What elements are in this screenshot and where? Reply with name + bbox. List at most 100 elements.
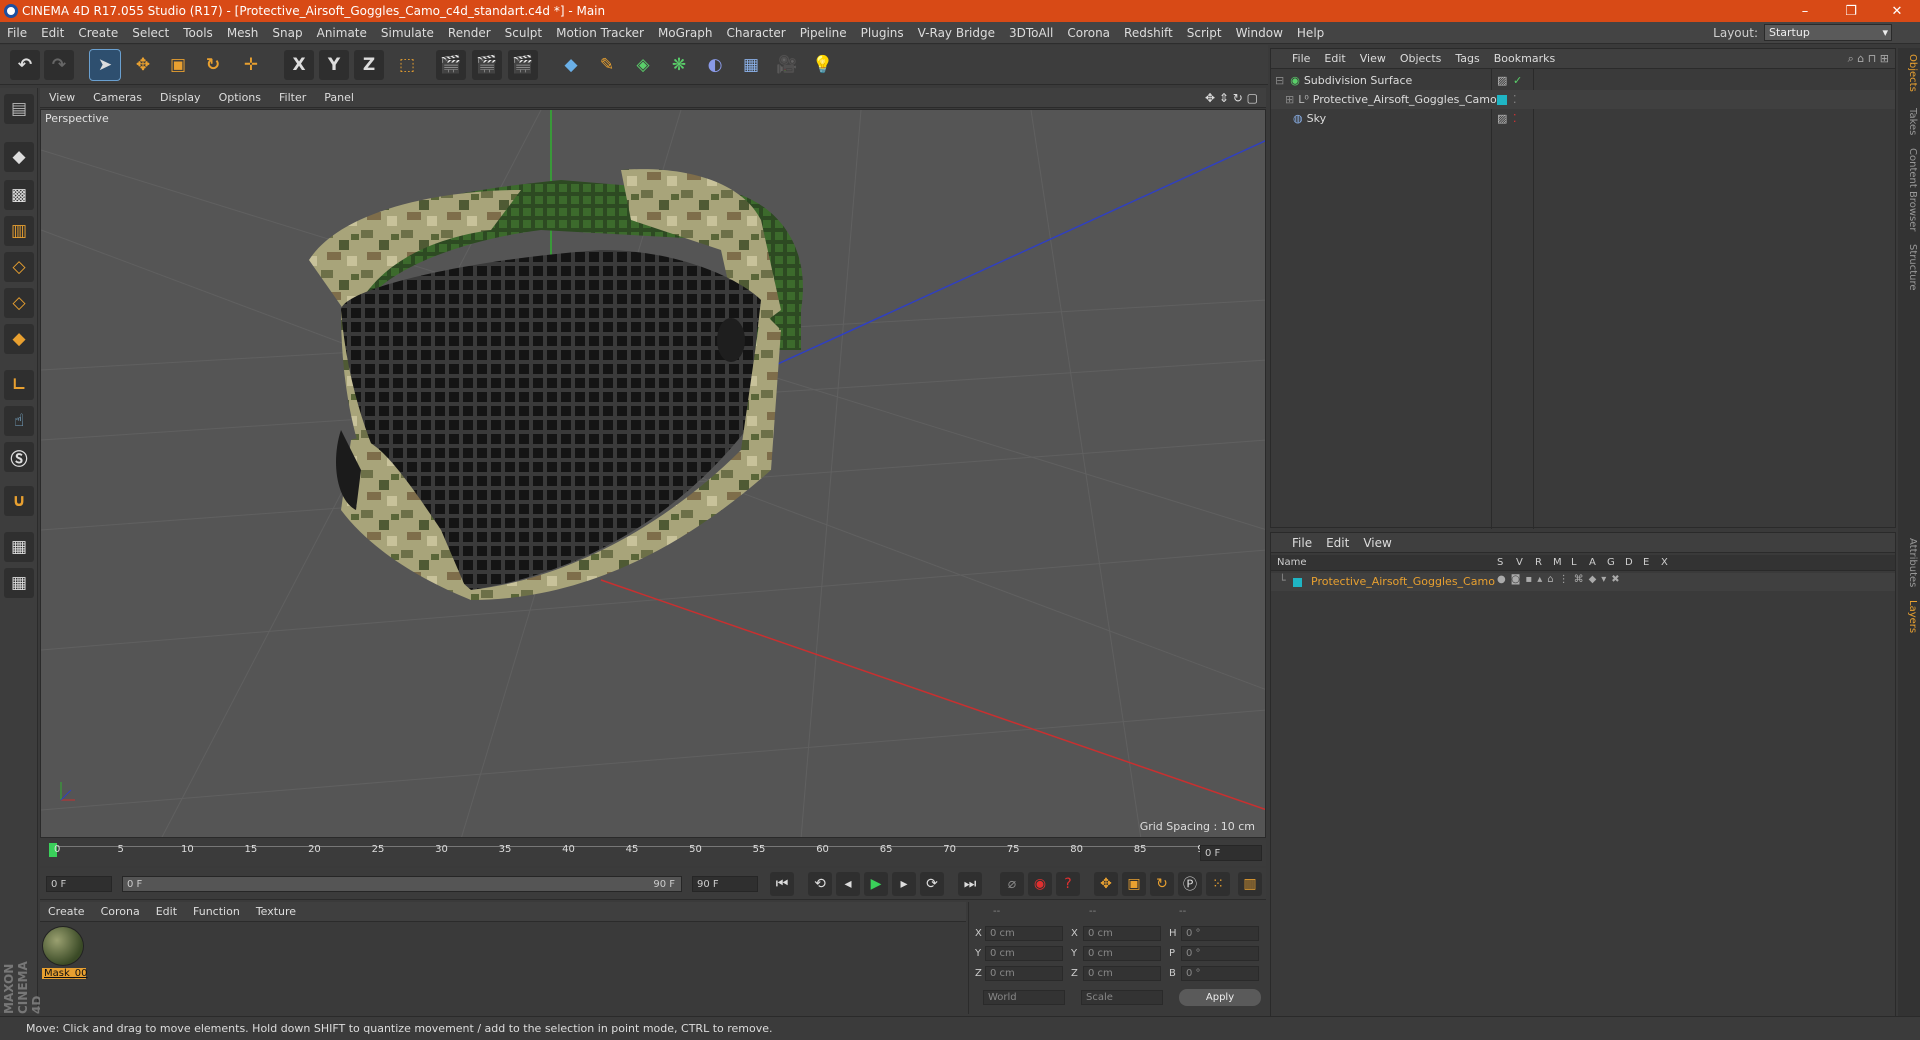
menu-snap[interactable]: Snap — [265, 26, 309, 40]
minimize-button[interactable]: – — [1782, 0, 1828, 22]
menu-character[interactable]: Character — [719, 26, 792, 40]
object-row-subdivision[interactable]: ⊟ ◉ Subdivision Surface ▨ ✓ — [1271, 71, 1895, 90]
undo-icon[interactable]: ↶ — [10, 50, 40, 80]
coordinate-system-icon[interactable]: ⬚ — [392, 50, 422, 80]
goggles-model[interactable] — [309, 169, 803, 600]
floor-scene-icon[interactable]: ▦ — [736, 50, 766, 80]
next-frame-icon[interactable]: ▸ — [892, 872, 916, 896]
om-menu-edit[interactable]: Edit — [1317, 52, 1352, 65]
menu-file[interactable]: File — [0, 26, 34, 40]
visibility-dots-icon[interactable]: ⁚ — [1513, 93, 1517, 106]
z-axis-lock-button[interactable]: Z — [354, 50, 384, 80]
visibility-dots-icon[interactable]: ⁚ — [1513, 112, 1517, 125]
mograph-cloner-icon[interactable]: ❋ — [664, 50, 694, 80]
tab-layers[interactable]: Layers — [1900, 600, 1918, 633]
om-search-home-icons[interactable]: ⌕ ⌂ ⊓ ⊞ — [1848, 52, 1889, 66]
points-mode-icon[interactable]: ◇ — [4, 252, 34, 282]
material-menu-corona[interactable]: Corona — [93, 905, 148, 918]
tweak-mode-icon[interactable]: ☝ — [4, 406, 34, 436]
menu-render[interactable]: Render — [441, 26, 498, 40]
cube-primitive-icon[interactable]: ◆ — [556, 50, 586, 80]
transform-tool-icon[interactable]: ✛ — [236, 50, 266, 80]
play-icon[interactable]: ▶ — [864, 872, 888, 896]
menu-mograph[interactable]: MoGraph — [651, 26, 720, 40]
om-menu-file[interactable]: File — [1285, 52, 1317, 65]
world-dropdown[interactable]: World — [983, 990, 1065, 1005]
size-z-field[interactable]: 0 cm — [1083, 966, 1161, 981]
layer-toggle-icons[interactable]: ●◙▪▴⌂⋮⌘◆▾✖ — [1497, 574, 1625, 585]
autokeying-icon[interactable]: ? — [1056, 872, 1080, 896]
layer-col-r[interactable]: R — [1535, 557, 1542, 568]
key-scale-icon[interactable]: ▣ — [1122, 872, 1146, 896]
layer-menu-view[interactable]: View — [1356, 536, 1398, 550]
menu-pipeline[interactable]: Pipeline — [793, 26, 854, 40]
key-rotation-icon[interactable]: ↻ — [1150, 872, 1174, 896]
menu-motion-tracker[interactable]: Motion Tracker — [549, 26, 651, 40]
layout-select[interactable]: Startup ▾ — [1764, 24, 1892, 41]
layer-col-s[interactable]: S — [1497, 557, 1503, 568]
menu-script[interactable]: Script — [1180, 26, 1229, 40]
move-tool-icon[interactable]: ✥ — [128, 50, 158, 80]
y-axis-lock-button[interactable]: Y — [319, 50, 349, 80]
key-parameter-icon[interactable]: Ⓟ — [1178, 872, 1202, 896]
layer-col-e[interactable]: E — [1643, 557, 1649, 568]
rot-p-field[interactable]: 0 ° — [1181, 946, 1259, 961]
current-frame-field[interactable]: 0 F — [1200, 845, 1262, 861]
pos-x-field[interactable]: 0 cm — [985, 926, 1063, 941]
menu-mesh[interactable]: Mesh — [220, 26, 266, 40]
apply-button[interactable]: Apply — [1179, 989, 1261, 1006]
layer-col-d[interactable]: D — [1625, 557, 1633, 568]
go-to-end-icon[interactable]: ⏭ — [958, 872, 982, 896]
scale-dropdown[interactable]: Scale — [1081, 990, 1163, 1005]
frame-range-slider[interactable]: 0 F 90 F — [122, 876, 682, 892]
workplane-lock-icon[interactable]: ▦ — [4, 532, 34, 562]
edit-flag-icon[interactable]: ▨ — [1497, 112, 1507, 125]
redo-icon[interactable]: ↷ — [44, 50, 74, 80]
menu-sculpt[interactable]: Sculpt — [498, 26, 549, 40]
select-tool-icon[interactable]: ➤ — [89, 49, 121, 81]
layer-col-m[interactable]: M — [1553, 557, 1562, 568]
deformer-icon[interactable]: ◐ — [700, 50, 730, 80]
previous-frame-icon[interactable]: ◂ — [836, 872, 860, 896]
previous-keyframe-icon[interactable]: ⟲ — [808, 872, 832, 896]
om-menu-bookmarks[interactable]: Bookmarks — [1487, 52, 1562, 65]
menu-select[interactable]: Select — [125, 26, 176, 40]
x-axis-lock-button[interactable]: X — [284, 50, 314, 80]
camera-icon[interactable]: 🎥 — [772, 50, 802, 80]
viewport-menu-panel[interactable]: Panel — [315, 91, 363, 104]
enabled-check-icon[interactable]: ✓ — [1513, 74, 1522, 87]
size-y-field[interactable]: 0 cm — [1083, 946, 1161, 961]
camera-label[interactable]: Perspective — [45, 112, 109, 125]
menu-animate[interactable]: Animate — [310, 26, 374, 40]
rotate-tool-icon[interactable]: ↻ — [198, 50, 228, 80]
object-row-sky[interactable]: ◍ Sky ▨ ⁚ — [1271, 109, 1895, 128]
om-menu-objects[interactable]: Objects — [1393, 52, 1449, 65]
menu-3dtoall[interactable]: 3DToAll — [1002, 26, 1060, 40]
tab-attributes[interactable]: Attributes — [1900, 538, 1918, 587]
go-to-start-icon[interactable]: ⏮ — [770, 872, 794, 896]
make-editable-icon[interactable]: ▤ — [4, 94, 34, 124]
render-settings-icon[interactable]: 🎬 — [508, 50, 538, 80]
layer-color-swatch[interactable] — [1497, 94, 1507, 105]
end-frame-field[interactable]: 90 F — [692, 876, 758, 892]
menu-redshift[interactable]: Redshift — [1117, 26, 1180, 40]
menu-simulate[interactable]: Simulate — [374, 26, 441, 40]
key-pla-icon[interactable]: ⁙ — [1206, 872, 1230, 896]
render-view-icon[interactable]: 🎬 — [436, 50, 466, 80]
tab-content-browser[interactable]: Content Browser — [1900, 148, 1918, 231]
light-bulb-icon[interactable]: 💡 — [808, 50, 838, 80]
timeline-window-icon[interactable]: ▥ — [1238, 872, 1262, 896]
close-button[interactable]: ✕ — [1874, 0, 1920, 22]
subdivision-surface-icon[interactable]: ◈ — [628, 50, 658, 80]
scale-tool-icon[interactable]: ▣ — [163, 50, 193, 80]
menu-create[interactable]: Create — [71, 26, 125, 40]
layer-menu-file[interactable]: File — [1285, 536, 1319, 550]
menu-corona[interactable]: Corona — [1060, 26, 1117, 40]
layer-col-g[interactable]: G — [1607, 557, 1615, 568]
layer-name[interactable]: Protective_Airsoft_Goggles_Camo — [1311, 575, 1495, 588]
tab-takes[interactable]: Takes — [1900, 108, 1918, 135]
axis-mode-icon[interactable]: ∟ — [4, 370, 34, 400]
material-menu-texture[interactable]: Texture — [248, 905, 304, 918]
material-menu-edit[interactable]: Edit — [148, 905, 185, 918]
menu-plugins[interactable]: Plugins — [854, 26, 911, 40]
